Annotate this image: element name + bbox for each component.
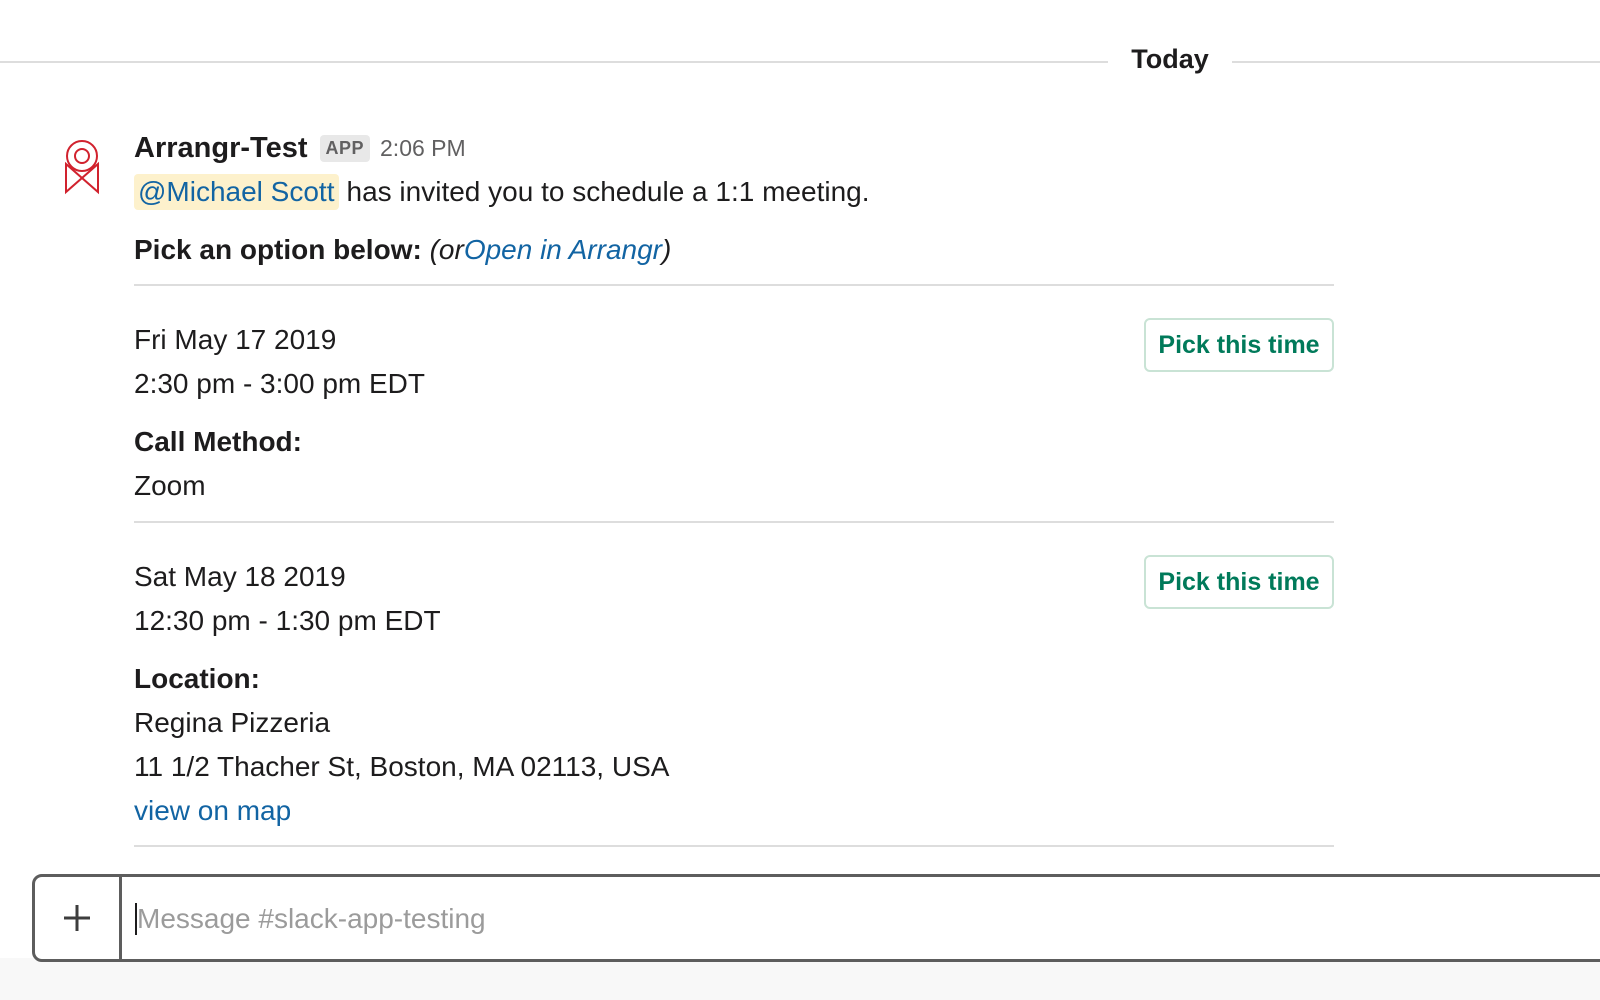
app-badge: APP (319, 134, 371, 162)
pick-prompt-label: Pick an option below: (134, 234, 422, 265)
option-divider (134, 845, 1334, 847)
option-detail-line: 11 1/2 Thacher St, Boston, MA 02113, USA (134, 751, 670, 782)
time-option-2: Sat May 18 2019 12:30 pm - 1:30 pm EDT L… (134, 555, 1334, 833)
plus-icon (64, 905, 90, 931)
divider-line-right (1232, 61, 1600, 63)
option-divider (134, 284, 1334, 286)
option-detail-label: Call Method: (134, 426, 302, 457)
day-divider-label[interactable]: Today (1108, 44, 1232, 75)
message-pane: Today Arrangr-Test APP 2:06 PM @Michael … (0, 0, 1600, 1000)
message-timestamp[interactable]: 2:06 PM (380, 135, 466, 162)
sender-name[interactable]: Arrangr-Test (134, 132, 308, 165)
pick-this-time-button[interactable]: Pick this time (1144, 318, 1334, 372)
time-option-1: Fri May 17 2019 2:30 pm - 3:00 pm EDT Ca… (134, 318, 1334, 508)
option-detail-line: Regina Pizzeria (134, 707, 331, 738)
user-mention[interactable]: @Michael Scott (134, 174, 339, 210)
message-text: @Michael Scott has invited you to schedu… (134, 174, 870, 210)
pick-option-prompt: Pick an option below: (orOpen in Arrangr… (134, 234, 671, 266)
composer-footer (0, 958, 1600, 1000)
attach-button[interactable] (35, 877, 122, 959)
option-divider (134, 521, 1334, 523)
pick-this-time-button[interactable]: Pick this time (1144, 555, 1334, 609)
pick-close-paren: ) (662, 234, 672, 265)
text-caret (135, 903, 137, 935)
message-body: has invited you to schedule a 1:1 meetin… (346, 176, 870, 207)
message-input[interactable] (135, 877, 1539, 961)
message-composer (32, 874, 1600, 962)
open-in-arrangr-link[interactable]: Open in Arrangr (464, 234, 662, 265)
day-divider: Today (0, 40, 1600, 84)
message-header: Arrangr-Test APP 2:06 PM (134, 128, 466, 168)
view-on-map-link[interactable]: view on map (134, 795, 291, 826)
option-detail-line: Zoom (134, 470, 206, 501)
arrangr-logo-icon[interactable] (58, 138, 106, 198)
pick-or-text: (or (429, 234, 464, 265)
divider-line-left (0, 61, 1108, 63)
option-detail-label: Location: (134, 663, 260, 694)
